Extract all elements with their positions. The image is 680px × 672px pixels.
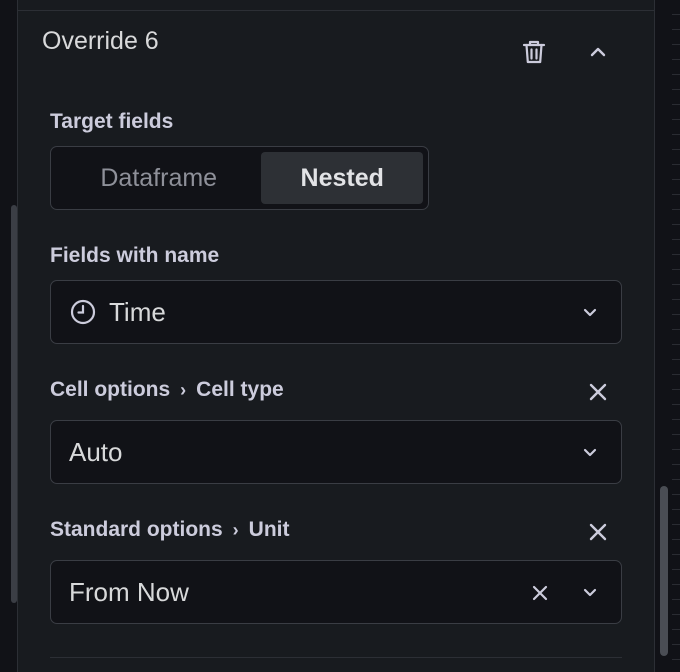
cell-type-value: Auto xyxy=(69,436,123,467)
cell-type-breadcrumb: Cell options › Cell type xyxy=(50,378,284,402)
unit-breadcrumb: Standard options › Unit xyxy=(50,518,290,542)
chevron-down-icon xyxy=(583,308,597,317)
breadcrumb-separator: › xyxy=(232,519,239,540)
bottom-divider xyxy=(50,657,622,658)
close-icon xyxy=(589,523,607,541)
remove-unit-button[interactable] xyxy=(586,520,610,544)
clock-icon xyxy=(69,298,97,326)
breadcrumb-separator: › xyxy=(180,379,187,400)
chevron-down-icon xyxy=(583,448,597,457)
chevron-up-icon xyxy=(590,47,606,57)
radio-option-dataframe[interactable]: Dataframe xyxy=(56,152,261,204)
right-ruler xyxy=(672,0,680,672)
fields-with-name-value: Time xyxy=(109,296,166,327)
clear-value-icon[interactable] xyxy=(529,582,551,604)
radio-option-nested[interactable]: Nested xyxy=(261,152,423,204)
unit-label: Unit xyxy=(248,518,290,541)
left-scrollbar[interactable] xyxy=(11,205,17,603)
target-fields-radio-group: Dataframe Nested xyxy=(50,146,429,210)
delete-override-button[interactable] xyxy=(518,36,550,68)
override-title: Override 6 xyxy=(42,27,159,55)
close-icon xyxy=(589,383,607,401)
collapse-override-button[interactable] xyxy=(584,38,612,66)
fields-with-name-label: Fields with name xyxy=(50,244,220,267)
trash-icon xyxy=(522,40,546,64)
remove-cell-type-button[interactable] xyxy=(586,380,610,404)
cell-options-label: Cell options xyxy=(50,378,171,401)
target-fields-label: Target fields xyxy=(50,110,174,133)
cell-type-label: Cell type xyxy=(196,378,284,401)
fields-with-name-select[interactable]: Time xyxy=(50,280,622,344)
unit-select[interactable]: From Now xyxy=(50,560,622,624)
right-scrollbar[interactable] xyxy=(660,486,668,656)
top-divider xyxy=(18,10,654,11)
standard-options-label: Standard options xyxy=(50,518,223,541)
chevron-down-icon xyxy=(583,588,597,597)
cell-type-select[interactable]: Auto xyxy=(50,420,622,484)
